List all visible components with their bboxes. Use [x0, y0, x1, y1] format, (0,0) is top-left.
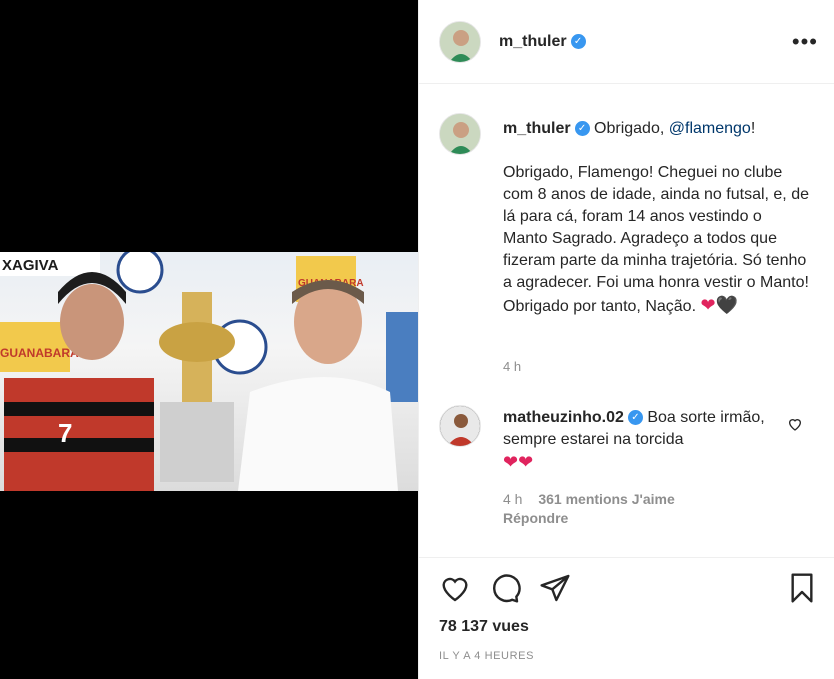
comment-likes[interactable]: 361 mentions J'aime	[538, 491, 674, 507]
avatar-icon	[440, 21, 480, 62]
instagram-post-view: XAGIVA GUANABARA GUANABARA 7	[0, 0, 834, 679]
avatar-icon	[440, 114, 480, 154]
verified-badge-icon: ✓	[574, 121, 590, 137]
comment-emojis: ❤❤	[503, 451, 783, 475]
views-count[interactable]: 78 137 vues	[439, 618, 529, 636]
comment-meta: 4 h 361 mentions J'aime	[503, 491, 675, 507]
commenter-avatar[interactable]	[439, 405, 481, 447]
banner-text-left: XAGIVA	[2, 257, 59, 274]
post-photo[interactable]: XAGIVA GUANABARA GUANABARA 7	[0, 252, 418, 491]
photo-illustration: XAGIVA GUANABARA GUANABARA 7	[0, 252, 418, 491]
caption-text: m_thuler ✓ Obrigado, @flamengo! Obrigado,…	[503, 118, 809, 318]
caption-body-block: Obrigado, Flamengo! Cheguei no clube com…	[503, 162, 809, 318]
paper-plane-icon[interactable]	[539, 572, 571, 604]
caption-intro-end: !	[750, 120, 756, 137]
reply-link[interactable]: Répondre	[503, 510, 568, 526]
avatar-icon	[440, 406, 480, 446]
author-username[interactable]: m_thuler	[499, 33, 567, 50]
caption-row	[439, 113, 481, 155]
verified-badge-icon: ✓	[570, 33, 586, 49]
comments-area: m_thuler ✓ Obrigado, @flamengo! Obrigado,…	[419, 85, 834, 558]
comment-time: 4 h	[503, 491, 523, 507]
post-media-area: XAGIVA GUANABARA GUANABARA 7	[0, 0, 418, 679]
caption-intro: Obrigado,	[594, 120, 665, 137]
author-name-block: m_thuler ✓	[499, 33, 586, 51]
author-avatar[interactable]	[439, 20, 481, 63]
post-header: m_thuler ✓ •••	[419, 0, 834, 84]
more-options-icon[interactable]: •••	[792, 29, 818, 55]
verified-badge-icon: ✓	[627, 410, 643, 426]
comment-text: matheuzinho.02 ✓ Boa sorte irmão, sempre …	[503, 407, 783, 475]
action-bar	[439, 572, 818, 606]
red-heart-emoji-icon: ❤	[503, 452, 519, 472]
heart-outline-icon[interactable]	[439, 572, 471, 604]
caption-mention[interactable]: @flamengo	[669, 120, 751, 137]
comment-bubble-icon[interactable]	[489, 572, 521, 604]
comment-row	[439, 405, 481, 447]
post-side-panel: m_thuler ✓ ••• m_thuler ✓ Obrigado, @flame…	[418, 0, 834, 679]
commenter-username[interactable]: matheuzinho.02	[503, 409, 624, 426]
caption-body: Obrigado, Flamengo! Cheguei no clube com…	[503, 164, 809, 315]
caption-time: 4 h	[503, 359, 522, 374]
red-heart-emoji-icon: ❤	[700, 295, 716, 315]
comment-like-heart-icon[interactable]	[787, 416, 803, 432]
bookmark-icon[interactable]	[786, 572, 818, 604]
banner-text-left2: GUANABARA	[0, 346, 79, 360]
red-heart-emoji-icon: ❤	[518, 452, 534, 472]
caption-avatar[interactable]	[439, 113, 481, 155]
caption-username[interactable]: m_thuler	[503, 120, 571, 137]
black-heart-emoji-icon: 🖤	[715, 295, 738, 315]
posted-time: IL Y A 4 HEURES	[439, 650, 535, 662]
jersey-number: 7	[58, 418, 72, 448]
